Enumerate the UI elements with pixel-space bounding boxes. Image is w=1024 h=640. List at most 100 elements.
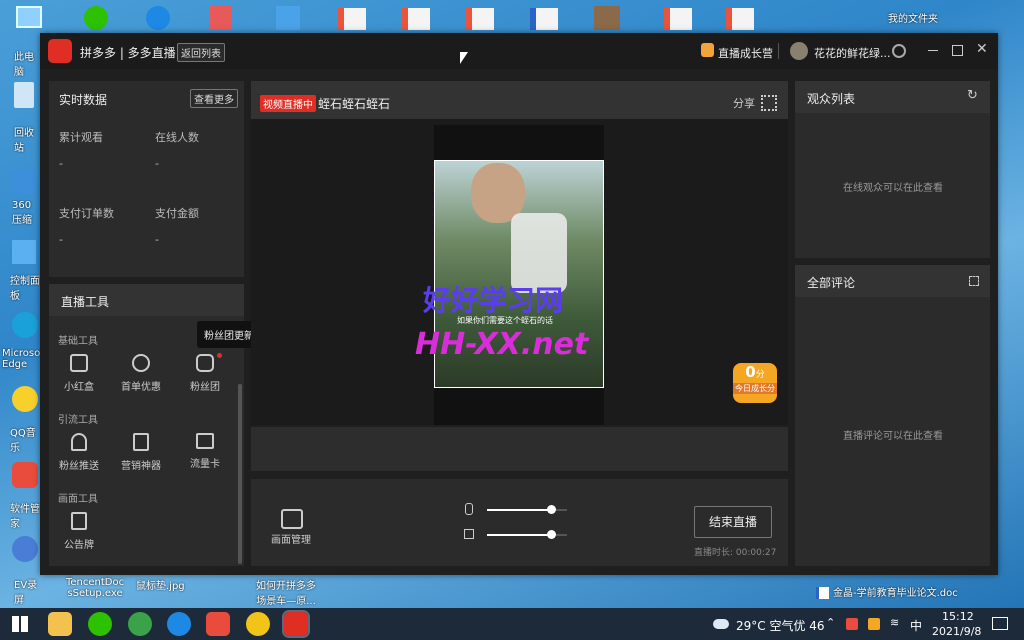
qr-code-icon[interactable]	[761, 95, 777, 111]
clock-time[interactable]: 15:12	[942, 610, 974, 623]
growth-camp-icon[interactable]	[701, 43, 714, 57]
control-panel-icon[interactable]	[12, 240, 36, 264]
wechat-taskbar-icon[interactable]	[88, 612, 112, 636]
desktop-icon-label[interactable]: QQ音乐	[10, 424, 40, 454]
wechat-icon[interactable]	[84, 6, 108, 30]
desktop-icon-label[interactable]: EV录屏	[14, 576, 40, 606]
tool-traffic-card[interactable]: 流量卡	[179, 433, 231, 470]
ime-indicator[interactable]: 中	[910, 617, 922, 634]
pinduoduo-taskbar-icon[interactable]	[282, 610, 310, 638]
desktop-icon-label[interactable]: 软件管家	[10, 500, 40, 530]
screen-manage-icon[interactable]	[281, 509, 303, 529]
maximize-icon[interactable]	[952, 45, 963, 56]
ppt-file-icon[interactable]	[338, 8, 366, 30]
notification-center-icon[interactable]	[992, 617, 1008, 630]
section-traffic-label: 引流工具	[58, 415, 98, 426]
tools-scrollbar[interactable]	[238, 384, 242, 564]
refresh-icon[interactable]: ↻	[967, 88, 978, 103]
browser-taskbar-icon[interactable]	[128, 612, 152, 636]
desktop-icon-label[interactable]: Microsoft Edge	[2, 348, 40, 370]
ppt-file-icon[interactable]	[726, 8, 754, 30]
marketing-icon	[133, 433, 149, 451]
app-file-icon[interactable]	[276, 6, 300, 30]
qq-music-icon[interactable]	[12, 386, 38, 412]
recycle-bin-icon[interactable]	[14, 82, 34, 108]
ev-recorder-icon[interactable]	[12, 536, 38, 562]
minimize-icon[interactable]	[928, 50, 938, 51]
tool-fan-club[interactable]: 粉丝团	[179, 354, 231, 393]
back-to-list-button[interactable]: 返回列表	[177, 43, 225, 62]
speaker-slider-handle[interactable]	[547, 530, 556, 539]
weather-text[interactable]: 29°C 空气优 46	[736, 617, 825, 634]
title-bar[interactable]: 拼多多 | 多多直播 返回列表 直播成长营 花花的鲜花绿... ✕	[40, 33, 998, 69]
computer-icon[interactable]	[16, 6, 42, 28]
qq-browser-taskbar-icon[interactable]	[167, 612, 191, 636]
bell-icon	[71, 433, 87, 451]
desktop-icon-label[interactable]: 控制面板	[10, 272, 40, 302]
stream-header: 视频直播中 蛭石蛭石蛭石 分享	[251, 81, 788, 119]
notify-file-name: 金晶-学前教育毕业论文.doc	[833, 588, 958, 599]
comments-empty: 直播评论可以在此查看	[843, 431, 943, 442]
mic-slider-fill	[487, 509, 551, 511]
tool-label: 粉丝团	[190, 382, 220, 393]
screen-manage-label[interactable]: 画面管理	[271, 531, 311, 546]
viewer-list-panel: 观众列表 ↻ 在线观众可以在此查看	[795, 81, 990, 258]
tool-marketing[interactable]: 营销神器	[115, 433, 167, 472]
pulse-icon	[196, 433, 214, 449]
tool-bulletin-board[interactable]: 公告牌	[53, 512, 105, 551]
growth-camp-link[interactable]: 直播成长营	[718, 45, 773, 61]
word-file-icon[interactable]	[530, 8, 558, 30]
software-manager-icon[interactable]	[12, 462, 38, 488]
clock-date[interactable]: 2021/9/8	[932, 625, 981, 638]
desktop-icon-label[interactable]: 回收站	[14, 124, 40, 154]
mic-slider-track[interactable]	[487, 505, 567, 514]
photo-file-icon[interactable]	[594, 6, 620, 30]
desktop-icon-label[interactable]: 此电脑	[14, 48, 40, 78]
share-label[interactable]: 分享	[733, 95, 755, 111]
ppt-file-icon[interactable]	[664, 8, 692, 30]
view-more-button[interactable]: 查看更多	[190, 89, 238, 108]
ppt-file-icon[interactable]	[402, 8, 430, 30]
ppt-file-icon[interactable]	[466, 8, 494, 30]
speaker-icon[interactable]	[464, 529, 474, 539]
tray-up-icon[interactable]: ⌃	[826, 616, 835, 629]
growth-score-badge[interactable]: 0分 今日成长分	[733, 363, 777, 403]
desktop-folder-label[interactable]: 我的文件夹	[888, 10, 938, 25]
stat-label: 累计观看	[59, 131, 103, 144]
tool-xiaohonghe[interactable]: 小红盒	[53, 354, 105, 393]
end-live-button[interactable]: 结束直播	[694, 506, 772, 538]
avatar[interactable]	[790, 42, 808, 60]
expand-icon[interactable]	[969, 276, 979, 286]
settings-icon[interactable]	[892, 44, 906, 58]
speaker-slider-track[interactable]	[487, 530, 567, 539]
wps-taskbar-icon[interactable]	[206, 612, 230, 636]
browser-icon[interactable]	[146, 6, 170, 30]
close-icon[interactable]: ✕	[976, 41, 988, 57]
desktop-file-label[interactable]: 鼠标垫.jpg	[136, 577, 185, 592]
image-file-icon[interactable]	[210, 6, 232, 30]
realtime-data-panel: 实时数据 查看更多 累计观看 - 在线人数 - 支付订单数 - 支付金额 -	[49, 81, 244, 277]
microphone-icon[interactable]	[465, 503, 473, 515]
edge-icon[interactable]	[12, 312, 38, 338]
desktop-file-label[interactable]: TencentDoc sSetup.exe	[66, 577, 124, 599]
comments-header: 全部评论	[795, 265, 990, 297]
viewer-list-title: 观众列表	[807, 92, 856, 106]
speaker-slider-fill	[487, 534, 551, 536]
viewer-list-header: 观众列表 ↻	[795, 81, 990, 113]
mic-slider-handle[interactable]	[547, 505, 556, 514]
desktop-file-label-line: 鼠标垫.jpg	[136, 581, 185, 592]
windows-start-icon[interactable]	[12, 616, 28, 632]
tray-app-icon[interactable]	[868, 618, 880, 630]
app-taskbar-icon[interactable]	[246, 612, 270, 636]
tool-fan-push[interactable]: 粉丝推送	[53, 433, 105, 472]
username[interactable]: 花花的鲜花绿...	[814, 45, 891, 61]
wifi-icon[interactable]: ≋	[890, 616, 899, 629]
notify-file-item[interactable]: 金晶-学前教育毕业论文.doc	[816, 584, 958, 599]
tool-first-order-discount[interactable]: 首单优惠	[115, 354, 167, 393]
desktop-file-label[interactable]: 如何开拼多多 场景车—原...	[256, 577, 316, 607]
desktop-icon-label[interactable]: 360压缩	[12, 200, 40, 226]
divider	[778, 43, 779, 59]
archive-icon[interactable]	[12, 170, 36, 194]
tray-app-icon[interactable]	[846, 618, 858, 630]
file-explorer-icon[interactable]	[48, 612, 72, 636]
